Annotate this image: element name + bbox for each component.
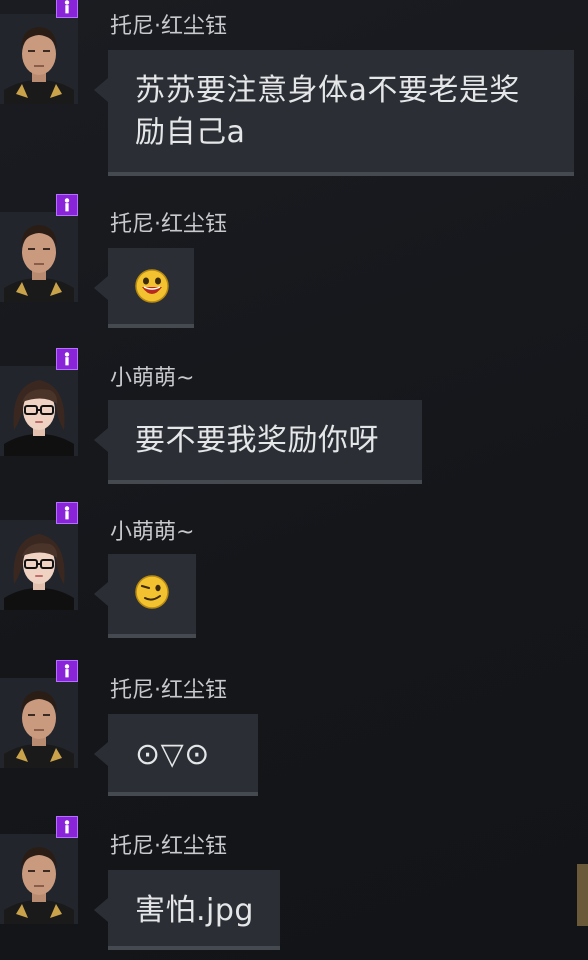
avatar[interactable] bbox=[0, 520, 78, 610]
message-bubble bbox=[94, 248, 194, 328]
sender-name[interactable]: 托尼·红尘钰 bbox=[110, 14, 227, 40]
message-text: 害怕.jpg bbox=[135, 893, 254, 928]
message-bubble: 害怕.jpg bbox=[94, 870, 280, 950]
avatar[interactable] bbox=[0, 834, 78, 924]
player-badge-icon bbox=[56, 194, 78, 216]
sender-name[interactable]: 托尼·红尘钰 bbox=[110, 678, 227, 704]
sender-name[interactable]: 小萌萌~ bbox=[110, 520, 194, 546]
player-badge-icon bbox=[56, 0, 78, 18]
sender-name[interactable]: 小萌萌~ bbox=[110, 366, 194, 392]
player-badge-icon bbox=[56, 348, 78, 370]
sender-name[interactable]: 托尼·红尘钰 bbox=[110, 834, 227, 860]
grin-emoji-icon bbox=[134, 268, 170, 316]
chat-log: 托尼·红尘钰 苏苏要注意身体a不要老是奖励自己a 托尼·红尘钰 小萌萌~ 要不要… bbox=[0, 0, 588, 960]
avatar[interactable] bbox=[0, 678, 78, 768]
player-badge-icon bbox=[56, 502, 78, 524]
scrollbar-thumb[interactable] bbox=[577, 864, 588, 926]
player-badge-icon bbox=[56, 660, 78, 682]
message-bubble bbox=[94, 554, 196, 638]
avatar[interactable] bbox=[0, 366, 78, 456]
wink-emoji-icon bbox=[134, 574, 170, 622]
message-text: 苏苏要注意身体a不要老是奖励自己a bbox=[135, 73, 520, 150]
avatar[interactable] bbox=[0, 212, 78, 302]
message-text: ⊙▽⊙ bbox=[135, 737, 210, 772]
player-badge-icon bbox=[56, 816, 78, 838]
message-bubble: 苏苏要注意身体a不要老是奖励自己a bbox=[94, 50, 574, 176]
sender-name[interactable]: 托尼·红尘钰 bbox=[110, 212, 227, 238]
message-bubble: 要不要我奖励你呀 bbox=[94, 400, 422, 484]
message-text: 要不要我奖励你呀 bbox=[135, 423, 379, 458]
message-bubble: ⊙▽⊙ bbox=[94, 714, 258, 796]
avatar[interactable] bbox=[0, 14, 78, 104]
